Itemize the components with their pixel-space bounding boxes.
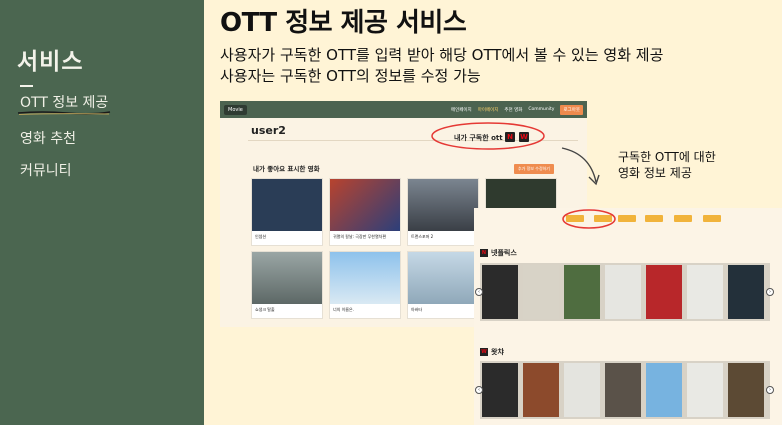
nav-main[interactable]: 메인페이지 — [451, 107, 472, 113]
movie-poster — [408, 179, 478, 231]
movie-poster[interactable] — [564, 265, 600, 319]
highlight-circle — [562, 209, 616, 229]
section-netflix-label: 넷플릭스 — [491, 249, 517, 257]
movie-poster[interactable] — [728, 363, 764, 417]
movie-card[interactable]: 트랜스포머 2 — [407, 178, 479, 246]
watcha-movie-strip — [480, 361, 770, 419]
section-netflix: N 넷플릭스 — [480, 248, 517, 258]
navbar: Movie 메인페이지 마이페이지 추천 영화 Community 로그아웃 — [220, 101, 587, 118]
movie-title: 트랜스포머 2 — [411, 234, 434, 239]
liked-movies-title: 내가 좋아요 표시한 영화 — [253, 165, 320, 173]
movie-title: 귀멸의 칼날: 극장판 무한열차편 — [333, 234, 387, 239]
movie-poster — [330, 252, 400, 304]
logo[interactable]: Movie — [224, 104, 247, 115]
movie-poster[interactable] — [728, 265, 764, 319]
netflix-movie-strip — [480, 263, 770, 321]
movie-poster[interactable] — [687, 363, 723, 417]
annotation-line-1: 구독한 OTT에 대한 — [618, 150, 716, 164]
movie-card[interactable]: 쇼생크 탈출 — [251, 251, 323, 319]
edit-info-button[interactable]: 추가 정보 수정하기 — [514, 164, 554, 174]
sidebar: 서비스 OTT 정보 제공 영화 추천 커뮤니티 — [0, 0, 204, 425]
nav-recommend[interactable]: 추천 영화 — [504, 107, 522, 113]
logout-button[interactable]: 로그아웃 — [560, 104, 583, 115]
movie-title: 인셉션 — [255, 234, 267, 239]
curved-arrow-icon — [561, 147, 600, 186]
movie-poster[interactable] — [482, 265, 518, 319]
scroll-left-icon[interactable]: ‹ — [475, 386, 483, 394]
movie-title: 너의 이름은. — [333, 307, 354, 312]
ott-filter-button[interactable] — [703, 215, 721, 222]
movie-card[interactable]: 너의 이름은. — [329, 251, 401, 319]
watcha-icon: W — [480, 348, 488, 356]
nav-community[interactable]: Community — [528, 107, 554, 112]
movie-poster — [252, 179, 322, 231]
scroll-right-icon[interactable]: › — [766, 386, 774, 394]
sidebar-dash — [20, 85, 33, 87]
highlight-circle — [431, 122, 545, 150]
description-line-2: 사용자는 구독한 OTT의 정보를 수정 가능 — [220, 67, 481, 85]
sidebar-item-movie-recommend[interactable]: 영화 추천 — [20, 128, 76, 148]
section-watcha: W 왓챠 — [480, 347, 504, 357]
movie-poster[interactable] — [646, 363, 682, 417]
movie-poster[interactable] — [523, 363, 559, 417]
scroll-right-icon[interactable]: › — [766, 288, 774, 296]
netflix-icon: N — [480, 249, 488, 257]
ott-filter-button[interactable] — [645, 215, 663, 222]
ott-filter-button[interactable] — [674, 215, 692, 222]
page-title: OTT 정보 제공 서비스 — [220, 8, 467, 38]
nav-mypage[interactable]: 마이페이지 — [478, 107, 499, 113]
movie-card[interactable]: 아바타 — [407, 251, 479, 319]
movie-card[interactable]: 귀멸의 칼날: 극장판 무한열차편 — [329, 178, 401, 246]
movie-poster — [330, 179, 400, 231]
active-item-underline — [17, 111, 111, 115]
ott-filter-buttons — [474, 215, 782, 227]
movie-poster[interactable] — [564, 363, 600, 417]
ott-movies-screenshot: N 넷플릭스 ‹ › W 왓챠 ‹ › — [474, 208, 782, 425]
movie-poster[interactable] — [605, 363, 641, 417]
movie-title: 아바타 — [411, 307, 423, 312]
ott-filter-button[interactable] — [618, 215, 636, 222]
scroll-left-icon[interactable]: ‹ — [475, 288, 483, 296]
description-line-1: 사용자가 구독한 OTT를 입력 받아 해당 OTT에서 볼 수 있는 영화 제… — [220, 46, 664, 64]
movie-poster[interactable] — [687, 265, 723, 319]
movie-poster[interactable] — [523, 265, 559, 319]
sidebar-item-community[interactable]: 커뮤니티 — [20, 160, 72, 180]
section-watcha-label: 왓챠 — [491, 348, 504, 356]
annotation: 구독한 OTT에 대한 영화 정보 제공 — [618, 149, 716, 181]
movie-poster[interactable] — [482, 363, 518, 417]
movie-poster — [252, 252, 322, 304]
movie-card[interactable]: 인셉션 — [251, 178, 323, 246]
movie-poster[interactable] — [646, 265, 682, 319]
annotation-line-2: 영화 정보 제공 — [618, 166, 692, 180]
movie-title: 쇼생크 탈출 — [255, 307, 275, 312]
sidebar-item-ott-info[interactable]: OTT 정보 제공 — [20, 92, 108, 112]
username: user2 — [251, 124, 286, 137]
sidebar-title: 서비스 — [17, 49, 84, 75]
movie-poster[interactable] — [605, 265, 641, 319]
movie-poster — [408, 252, 478, 304]
